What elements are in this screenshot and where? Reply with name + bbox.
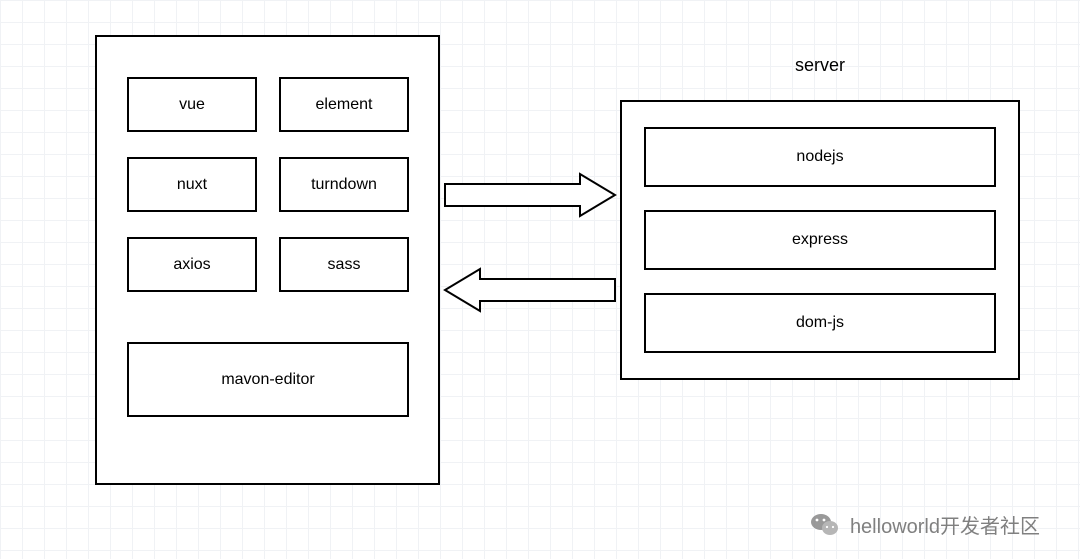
tech-box-nuxt: nuxt [127, 157, 257, 212]
wechat-icon [810, 512, 840, 538]
client-tech-grid: vue element nuxt turndown axios sass [127, 77, 409, 292]
tech-label: element [316, 96, 373, 114]
watermark: helloworld开发者社区 [810, 510, 1040, 539]
tech-label: sass [328, 256, 361, 274]
tech-box-vue: vue [127, 77, 257, 132]
arrow-zone [440, 150, 620, 370]
tech-label: nuxt [177, 176, 207, 194]
server-label: server [620, 55, 1020, 76]
watermark-text: helloworld开发者社区 [850, 510, 1040, 539]
tech-label: axios [173, 256, 210, 274]
tech-label: turndown [311, 176, 377, 194]
server-box-domjs: dom-js [644, 293, 996, 353]
server-box-nodejs: nodejs [644, 127, 996, 187]
server-label-text: server [795, 55, 845, 75]
tech-box-axios: axios [127, 237, 257, 292]
tech-label: mavon-editor [221, 371, 314, 389]
server-container: nodejs express dom-js [620, 100, 1020, 380]
client-container: vue element nuxt turndown axios sass mav… [95, 35, 440, 485]
tech-box-turndown: turndown [279, 157, 409, 212]
arrow-left-icon [440, 265, 620, 315]
tech-label: vue [179, 96, 205, 114]
tech-box-sass: sass [279, 237, 409, 292]
tech-box-element: element [279, 77, 409, 132]
tech-box-mavon-editor: mavon-editor [127, 342, 409, 417]
tech-label: express [792, 231, 848, 249]
tech-label: dom-js [796, 314, 844, 332]
arrow-right-icon [440, 170, 620, 220]
tech-label: nodejs [796, 148, 843, 166]
server-box-express: express [644, 210, 996, 270]
